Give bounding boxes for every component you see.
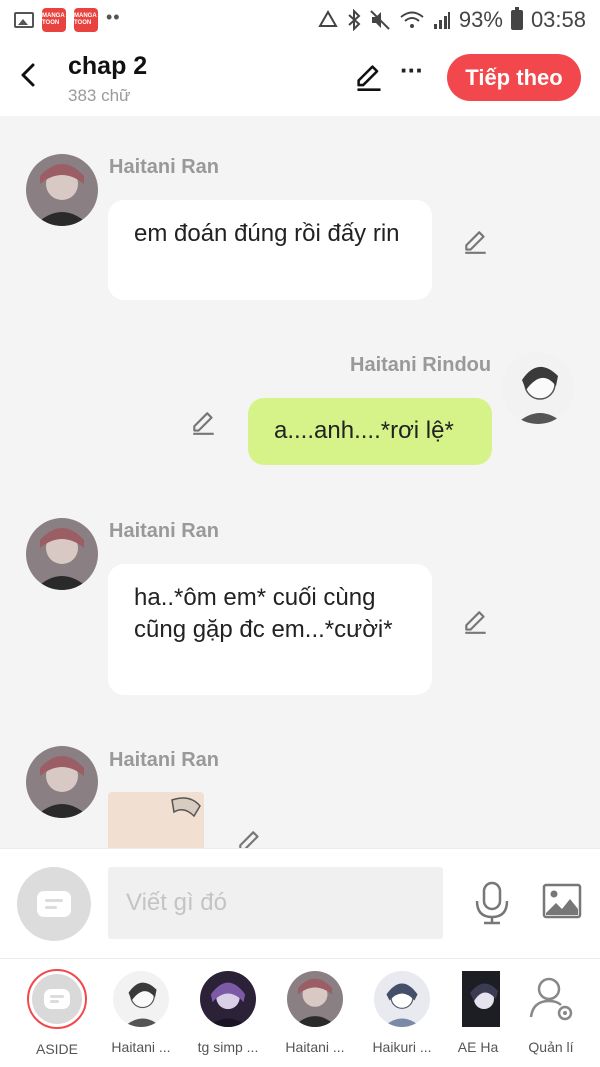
edit-button[interactable] bbox=[354, 62, 384, 97]
character-label: AE Ha bbox=[457, 1039, 499, 1055]
pencil-icon[interactable] bbox=[190, 409, 218, 437]
message-input[interactable] bbox=[108, 867, 443, 939]
avatar-haitani-ran[interactable] bbox=[26, 154, 98, 226]
character-label: tg simp ... bbox=[197, 1039, 259, 1055]
avatar-haitani-rindou[interactable] bbox=[502, 352, 574, 424]
character-label: Quản lí bbox=[528, 1039, 574, 1055]
mangatoon-notification-icon: MANGA TOON bbox=[42, 8, 66, 32]
composer bbox=[0, 848, 600, 958]
status-bar: MANGA TOON MANGA TOON •• 93% 03:58 bbox=[0, 0, 600, 40]
character-label: Haitani ... bbox=[111, 1039, 171, 1055]
pencil-icon[interactable] bbox=[462, 608, 490, 636]
bluetooth-icon bbox=[348, 9, 361, 31]
back-arrow-icon bbox=[21, 63, 35, 87]
character-ae-ha[interactable]: AE Ha bbox=[446, 971, 510, 1055]
sender-name: Haitani Rindou bbox=[350, 354, 492, 376]
sender-name: Haitani Ran bbox=[109, 749, 220, 771]
avatar bbox=[113, 971, 169, 1027]
recycle-icon bbox=[318, 10, 338, 27]
back-button[interactable] bbox=[14, 58, 42, 92]
chapter-title[interactable]: chap 2 bbox=[68, 52, 147, 81]
more-dots-icon: ··· bbox=[400, 55, 424, 85]
character-aside[interactable]: ASIDE bbox=[14, 969, 100, 1057]
avatar bbox=[462, 971, 500, 1027]
message-image[interactable] bbox=[108, 792, 204, 848]
message-bubble[interactable]: ha..*ôm em* cuối cùng cũng gặp đc em...*… bbox=[108, 564, 432, 695]
character-label: Haitani ... bbox=[285, 1039, 345, 1055]
mute-icon bbox=[370, 10, 390, 30]
avatar-haitani-ran[interactable] bbox=[26, 746, 98, 818]
more-options-button[interactable]: ··· bbox=[400, 57, 424, 83]
character-bar: ASIDE Haitani ... tg simp ... Haitani ..… bbox=[0, 958, 600, 1067]
avatar bbox=[200, 971, 256, 1027]
word-count: 383 chữ bbox=[68, 86, 131, 105]
wifi-icon bbox=[400, 11, 424, 28]
chat-bubble-icon bbox=[37, 891, 71, 917]
manage-characters-button[interactable]: Quản lí bbox=[508, 971, 594, 1055]
chat-bubble-icon bbox=[44, 989, 70, 1009]
signal-icon bbox=[433, 12, 450, 29]
avatar bbox=[374, 971, 430, 1027]
user-settings-icon bbox=[523, 971, 579, 1027]
avatar bbox=[287, 971, 343, 1027]
pencil-icon bbox=[357, 65, 381, 91]
header: chap 2 383 chữ ··· Tiếp theo bbox=[0, 40, 600, 116]
avatar-haitani-ran[interactable] bbox=[26, 518, 98, 590]
clock: 03:58 bbox=[530, 7, 586, 32]
message-bubble[interactable]: a....anh....*rơi lệ* bbox=[248, 398, 492, 465]
battery-percent: 93% bbox=[458, 7, 503, 32]
pencil-icon[interactable] bbox=[462, 228, 490, 256]
pencil-icon[interactable] bbox=[236, 828, 264, 848]
image-icon[interactable] bbox=[542, 883, 582, 919]
battery-icon bbox=[510, 7, 523, 30]
character-haitani-ran[interactable]: Haitani ... bbox=[272, 971, 358, 1055]
more-notifications-icon: •• bbox=[106, 6, 121, 27]
character-tg-simp[interactable]: tg simp ... bbox=[185, 971, 271, 1055]
mangatoon-notification-icon: MANGA TOON bbox=[74, 8, 98, 32]
chat-area[interactable]: Haitani Ran em đoán đúng rồi đấy rin Hai… bbox=[0, 116, 600, 848]
character-haikuri[interactable]: Haikuri ... bbox=[359, 971, 445, 1055]
next-chapter-button[interactable]: Tiếp theo bbox=[447, 54, 581, 101]
sender-name: Haitani Ran bbox=[109, 520, 220, 542]
gallery-notification-icon bbox=[14, 12, 34, 28]
character-label: ASIDE bbox=[35, 1041, 78, 1057]
character-haitani-rindou[interactable]: Haitani ... bbox=[98, 971, 184, 1055]
character-label: Haikuri ... bbox=[372, 1039, 432, 1055]
message-bubble[interactable]: em đoán đúng rồi đấy rin bbox=[108, 200, 432, 300]
microphone-icon[interactable] bbox=[473, 881, 511, 925]
image-thumbnail bbox=[171, 797, 201, 818]
sender-name: Haitani Ran bbox=[109, 156, 220, 178]
aside-toggle-button[interactable] bbox=[17, 867, 91, 941]
